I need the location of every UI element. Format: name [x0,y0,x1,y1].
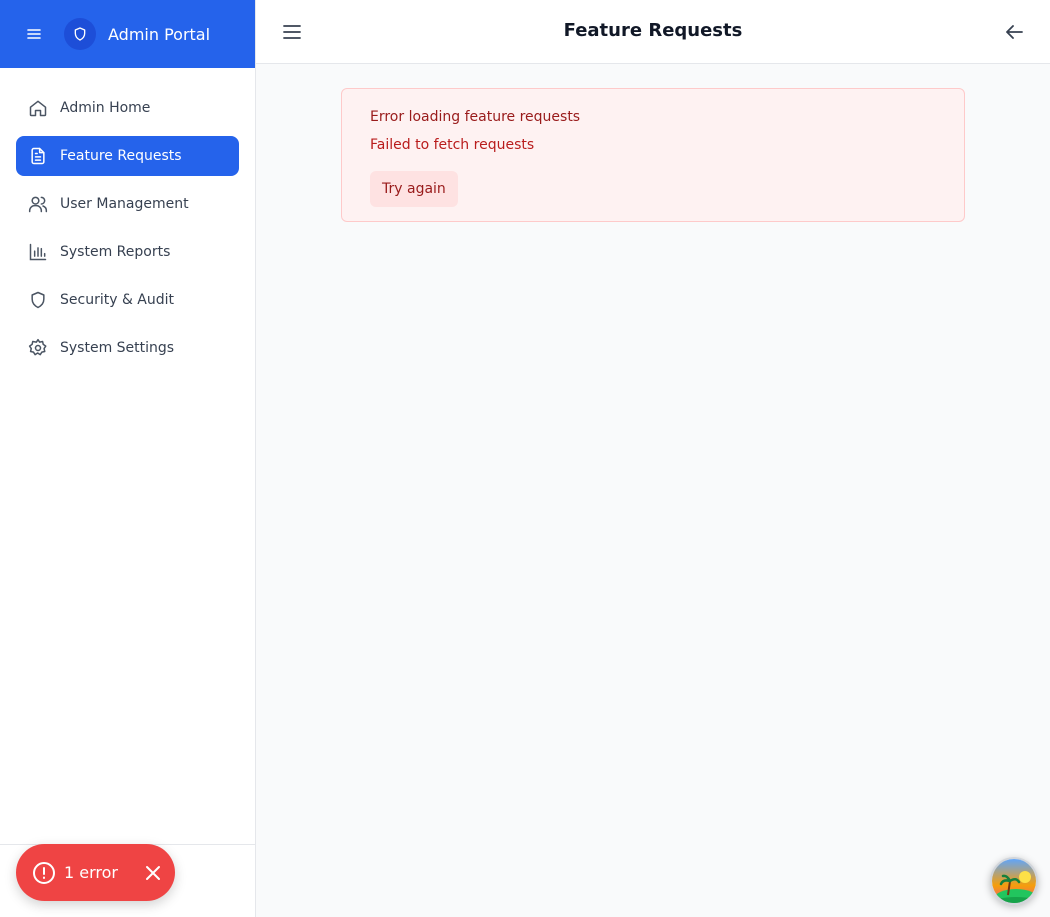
sidebar: Admin Portal Admin Home Feature Requests… [0,0,256,917]
shield-icon [28,290,48,310]
sidebar-item-feature-requests[interactable]: Feature Requests [16,136,239,176]
close-icon[interactable] [144,864,162,882]
users-icon [28,194,48,214]
document-icon [28,146,48,166]
sidebar-item-label: Security & Audit [60,292,175,308]
sidebar-item-user-management[interactable]: User Management [16,184,239,224]
sidebar-item-label: System Settings [60,340,175,356]
alert-circle-icon [32,861,56,885]
menu-icon[interactable] [26,26,42,42]
error-alert: Error loading feature requests Failed to… [341,88,965,222]
avatar[interactable] [990,857,1038,905]
sidebar-nav: Admin Home Feature Requests User Managem… [0,68,255,368]
bar-chart-icon [28,242,48,262]
error-toast[interactable]: 1 error [16,844,175,901]
home-icon [28,98,48,118]
island-avatar-icon [992,859,1036,903]
sidebar-item-label: Admin Home [60,100,151,116]
sidebar-item-system-settings[interactable]: System Settings [16,328,239,368]
sidebar-item-security-audit[interactable]: Security & Audit [16,280,239,320]
error-count: 1 error [64,863,118,882]
sidebar-item-label: System Reports [60,244,171,260]
back-arrow-icon[interactable] [1004,22,1024,42]
try-again-button[interactable]: Try again [370,171,458,207]
sidebar-item-label: User Management [60,196,189,212]
top-header: Feature Requests [256,0,1050,64]
gear-icon [28,338,48,358]
brand-name: Admin Portal [108,24,211,44]
logo-shield-icon [64,18,96,50]
error-message: Failed to fetch requests [370,137,535,153]
sidebar-item-system-reports[interactable]: System Reports [16,232,239,272]
sidebar-brand: Admin Portal [0,0,255,68]
sidebar-item-admin-home[interactable]: Admin Home [16,88,239,128]
page-title: Feature Requests [563,20,743,41]
error-title: Error loading feature requests [370,109,581,125]
sidebar-item-label: Feature Requests [60,148,182,164]
